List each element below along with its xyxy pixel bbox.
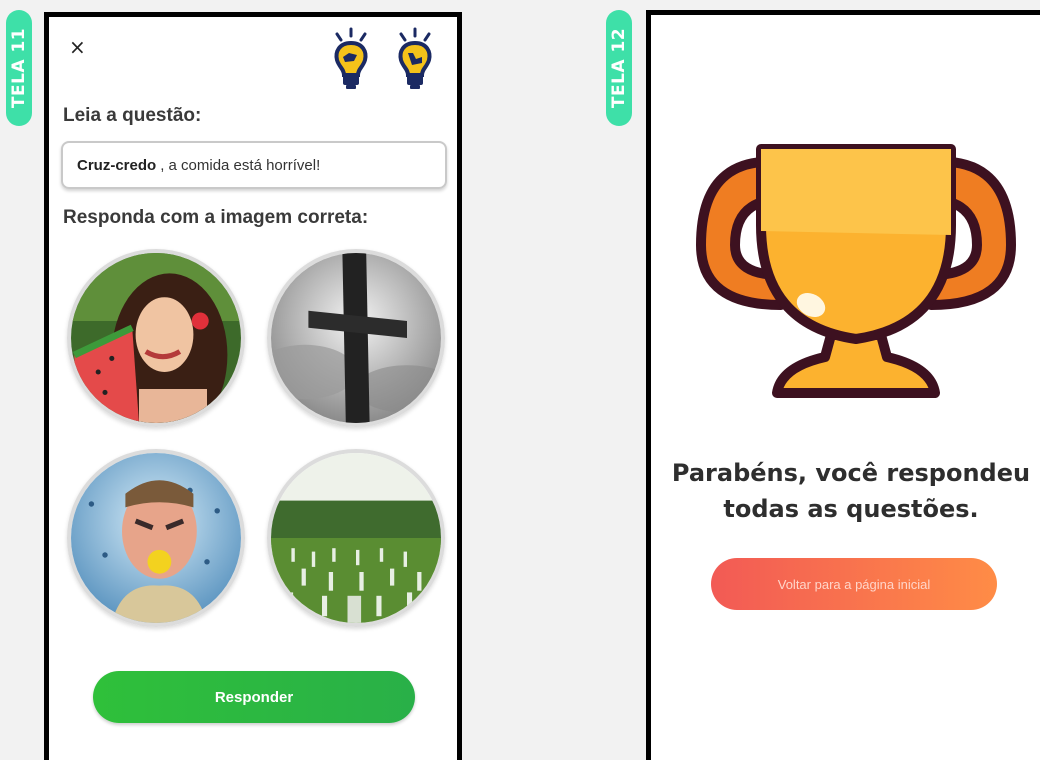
lightbulb-icon[interactable]: [395, 27, 435, 91]
screen-tag-11: TELA 11: [6, 10, 32, 126]
congrats-line-2: todas as questões.: [723, 495, 979, 523]
stone-cross-image: [271, 253, 441, 423]
phone-screen-12: Parabéns, você respondeu todas as questõ…: [646, 10, 1040, 760]
read-question-label: Leia a questão:: [63, 105, 202, 126]
woman-eating-watermelon-image: [71, 253, 241, 423]
close-icon[interactable]: ×: [69, 35, 86, 59]
congrats-message: Parabéns, você respondeu todas as questõ…: [651, 455, 1040, 527]
screen-tag-12-label: TELA 12: [609, 27, 629, 109]
lightbulb-icon[interactable]: [331, 27, 371, 91]
question-highlight: Cruz-credo: [77, 156, 157, 174]
submit-answer-button[interactable]: Responder: [93, 671, 415, 723]
question-text: , a comida está horrível!: [160, 156, 321, 174]
trophy-icon: [696, 144, 1016, 398]
phone-screen-11: × Leia a questão: Cruz-credo , a comida …: [44, 12, 462, 760]
option-image-4[interactable]: [267, 449, 445, 627]
man-biting-lemon-image: [71, 453, 241, 623]
back-to-home-button[interactable]: Voltar para a página inicial: [711, 558, 997, 610]
option-image-1[interactable]: [67, 249, 245, 427]
option-image-3[interactable]: [67, 449, 245, 627]
screen-tag-11-label: TELA 11: [9, 27, 29, 109]
answer-instruction-label: Responda com a imagem correta:: [63, 207, 369, 228]
congrats-line-1: Parabéns, você respondeu: [671, 459, 1031, 487]
option-image-2[interactable]: [267, 249, 445, 427]
question-box: Cruz-credo , a comida está horrível!: [61, 141, 447, 189]
screen-tag-12: TELA 12: [606, 10, 632, 126]
cemetery-field-image: [271, 453, 441, 623]
